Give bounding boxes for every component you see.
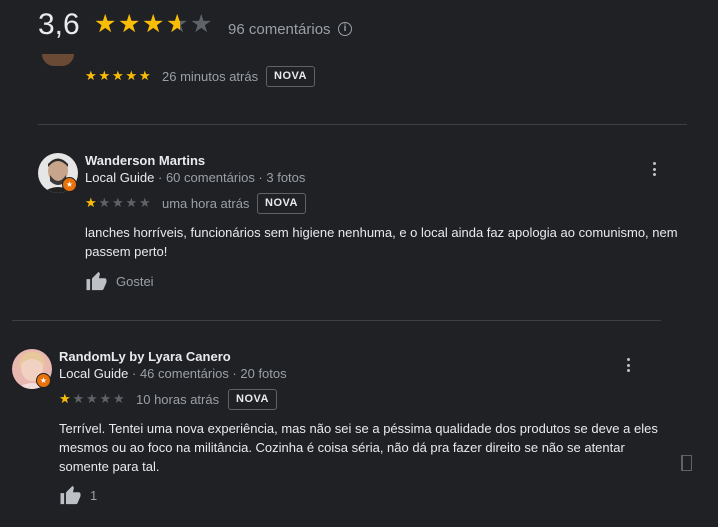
star-icon: ★★ xyxy=(94,10,117,38)
review-text: Terrível. Tentei uma nova experiência, m… xyxy=(59,421,658,474)
star-icon: ★★ xyxy=(190,10,213,38)
reviewer-name[interactable]: RandomLy by Lyara Canero xyxy=(59,349,231,364)
star-icon: ★★ xyxy=(125,195,138,210)
star-icon: ★★ xyxy=(142,10,165,38)
like-button[interactable]: Gostei xyxy=(85,270,154,292)
review-stars: ★★★★★★★★★★ xyxy=(85,69,153,83)
new-badge: NOVA xyxy=(266,66,315,87)
star-icon: ★★ xyxy=(85,68,97,83)
star-icon: ★★ xyxy=(99,391,112,406)
star-icon: ★★ xyxy=(112,195,124,210)
thumbs-up-icon xyxy=(60,485,81,505)
review-time: uma hora atrás xyxy=(162,196,250,211)
reviewer-stats: · 46 comentários · 20 fotos xyxy=(128,366,287,381)
local-guide-label: Local Guide xyxy=(59,366,129,381)
avatar[interactable] xyxy=(42,54,74,66)
star-icon: ★★ xyxy=(98,68,111,83)
divider xyxy=(38,124,687,125)
star-icon: ★★ xyxy=(72,391,85,406)
like-label: Gostei xyxy=(116,273,154,289)
like-button[interactable]: 1 xyxy=(59,484,97,506)
new-badge: NOVA xyxy=(228,389,277,410)
new-badge: NOVA xyxy=(257,193,306,214)
review-stars: ★★★★★★★★★★ xyxy=(85,196,153,210)
reviewer-stats: · 60 comentários · 3 fotos xyxy=(154,170,306,185)
reviewer-name[interactable]: Wanderson Martins xyxy=(85,153,205,168)
review-time: 10 horas atrás xyxy=(136,392,220,407)
review-text: lanches horríveis, funcionários sem higi… xyxy=(85,225,678,259)
like-count: 1 xyxy=(90,487,98,503)
local-guide-label: Local Guide xyxy=(85,170,155,185)
star-icon: ★★ xyxy=(98,195,111,210)
star-icon: ★★ xyxy=(125,68,138,83)
summary-stars: ★★★★★★★★★★ xyxy=(94,9,214,39)
thumbs-up-icon xyxy=(86,271,107,291)
star-icon: ★★ xyxy=(118,10,141,38)
reviewer-meta[interactable]: Local Guide · 60 comentários · 3 fotos xyxy=(85,170,305,185)
star-icon: ★★ xyxy=(59,391,71,406)
star-icon: ★★ xyxy=(112,68,124,83)
scrollbar-thumb[interactable] xyxy=(681,455,692,471)
divider xyxy=(12,320,661,321)
star-icon: ★★ xyxy=(86,391,98,406)
review-count[interactable]: 96 comentários xyxy=(228,21,331,38)
star-icon: ★★ xyxy=(85,195,97,210)
review-stars: ★★★★★★★★★★ xyxy=(59,392,127,406)
local-guide-icon: ★ xyxy=(62,177,77,192)
rating-value: 3,6 xyxy=(38,8,80,41)
star-icon: ★★ xyxy=(139,68,151,83)
local-guide-icon: ★ xyxy=(36,373,51,388)
review-time: 26 minutos atrás xyxy=(162,69,259,84)
star-icon: ★★ xyxy=(139,195,151,210)
reviewer-meta[interactable]: Local Guide · 46 comentários · 20 fotos xyxy=(59,366,287,381)
star-icon: ★★ xyxy=(166,10,189,38)
info-icon[interactable]: i xyxy=(338,22,352,36)
more-options-icon[interactable] xyxy=(653,162,657,179)
more-options-icon[interactable] xyxy=(627,358,631,375)
star-icon: ★★ xyxy=(113,391,125,406)
